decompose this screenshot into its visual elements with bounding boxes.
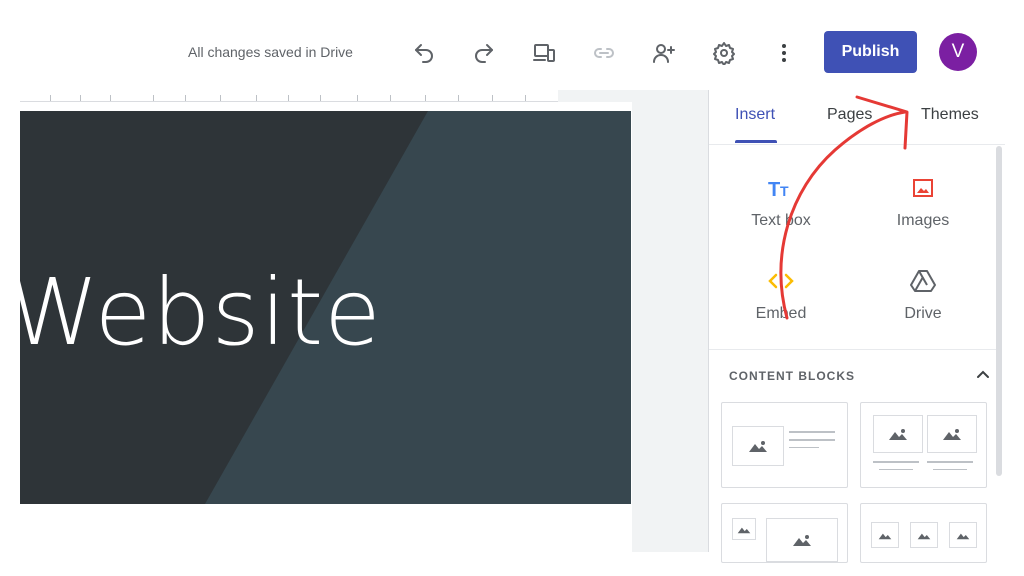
link-icon[interactable] [589, 38, 619, 68]
insert-sidebar: Insert Pages Themes TT Text box Images E… [708, 90, 1005, 563]
content-block-image-large[interactable] [721, 503, 848, 563]
hero-banner[interactable]: Website [20, 111, 631, 504]
drive-icon [868, 267, 978, 295]
settings-icon[interactable] [709, 38, 739, 68]
svg-text:T: T [780, 183, 789, 199]
tab-insert[interactable]: Insert [735, 106, 775, 124]
image-placeholder-icon [766, 518, 838, 562]
insert-embed[interactable]: Embed [726, 267, 836, 323]
more-vert-icon[interactable] [769, 38, 799, 68]
content-block-two-images[interactable] [860, 402, 987, 488]
content-block-three-images[interactable] [860, 503, 987, 563]
svg-text:T: T [768, 179, 780, 199]
insert-drive[interactable]: Drive [868, 267, 978, 323]
avatar[interactable]: V [939, 33, 977, 71]
save-status: All changes saved in Drive [188, 44, 353, 60]
active-tab-indicator [735, 140, 777, 143]
text-box-icon: TT [726, 174, 836, 202]
insert-text-box[interactable]: TT Text box [726, 174, 836, 230]
redo-icon[interactable] [469, 38, 499, 68]
ruler [20, 90, 558, 102]
tab-themes[interactable]: Themes [921, 106, 979, 124]
image-placeholder-icon [949, 522, 977, 548]
image-placeholder-icon [871, 522, 899, 548]
chevron-up-icon[interactable] [973, 364, 993, 384]
undo-icon[interactable] [409, 38, 439, 68]
insert-item-label: Text box [751, 212, 811, 229]
insert-item-label: Drive [904, 305, 942, 322]
preview-devices-icon[interactable] [529, 38, 559, 68]
content-block-image-text[interactable] [721, 402, 848, 488]
image-placeholder-icon [732, 518, 756, 540]
image-placeholder-icon [873, 415, 923, 453]
content-blocks-title: CONTENT BLOCKS [729, 369, 855, 383]
image-placeholder-icon [927, 415, 977, 453]
insert-item-label: Embed [755, 305, 807, 322]
image-placeholder-icon [910, 522, 938, 548]
sidebar-scrollbar[interactable] [996, 146, 1002, 476]
tabs-divider [709, 144, 1005, 145]
share-icon[interactable] [649, 38, 679, 68]
hero-title[interactable]: Website [20, 259, 382, 366]
insert-item-label: Images [896, 212, 950, 229]
image-icon [868, 174, 978, 202]
top-toolbar: All changes saved in Drive Publish V [0, 0, 1024, 90]
publish-button[interactable]: Publish [824, 31, 917, 73]
section-divider [709, 349, 997, 350]
image-placeholder-icon [732, 426, 784, 466]
embed-icon [726, 267, 836, 295]
insert-images[interactable]: Images [868, 174, 978, 230]
tab-pages[interactable]: Pages [827, 106, 872, 124]
